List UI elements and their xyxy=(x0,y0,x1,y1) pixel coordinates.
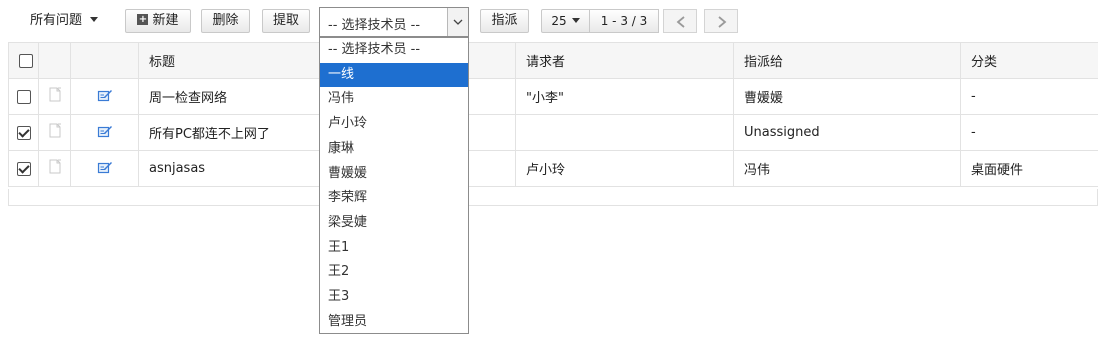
column-header-requester[interactable]: 请求者 xyxy=(515,42,734,79)
table-row[interactable]: asnjasas 卢小玲 冯伟 桌面硬件 xyxy=(8,150,1098,187)
new-button[interactable]: + 新建 xyxy=(125,9,191,33)
requests-table: 标题 请求者 指派给 分类 周一检查网络 "小李" 曹媛媛 - 所有PC都连不上网了 Un… xyxy=(8,42,1098,187)
dropdown-option[interactable]: 梁旻婕 xyxy=(320,211,468,236)
requester-cell: 卢小玲 xyxy=(515,150,734,187)
table-footer xyxy=(8,189,1098,206)
category-cell: - xyxy=(960,78,1098,115)
select-all-cell xyxy=(8,42,39,79)
table-row[interactable]: 周一检查网络 "小李" 曹媛媛 - xyxy=(8,78,1098,115)
caret-down-icon xyxy=(90,17,99,22)
dropdown-option[interactable]: 曹媛媛 xyxy=(320,162,468,187)
dropdown-option[interactable]: 卢小玲 xyxy=(320,112,468,137)
prev-page-button[interactable] xyxy=(663,9,697,33)
technician-select[interactable]: -- 选择技术员 -- xyxy=(319,7,469,37)
row-select-cell xyxy=(8,114,39,151)
note-icon[interactable] xyxy=(48,159,62,174)
dropdown-option[interactable]: 康琳 xyxy=(320,137,468,162)
column-header-category[interactable]: 分类 xyxy=(960,42,1098,79)
dropdown-option[interactable]: 一线 xyxy=(320,62,468,88)
toolbar: 所有问题 + 新建 删除 提取 -- 选择技术员 -- 指派 25 1 - 3 /… xyxy=(0,0,1098,42)
edit-icon[interactable] xyxy=(97,124,113,138)
page-range: 1 - 3 / 3 xyxy=(590,9,659,33)
assign-button-label: 指派 xyxy=(491,13,518,28)
row-select-cell xyxy=(8,150,39,187)
page-range-text: 1 - 3 / 3 xyxy=(600,14,648,28)
assignee-cell: 曹媛媛 xyxy=(733,78,961,115)
assignee-cell: 冯伟 xyxy=(733,150,961,187)
edit-icon-cell xyxy=(70,150,139,187)
dropdown-option[interactable]: 冯伟 xyxy=(320,87,468,112)
category-cell: 桌面硬件 xyxy=(960,150,1098,187)
pickup-button-label: 提取 xyxy=(272,13,299,28)
row-select-cell xyxy=(8,78,39,115)
dropdown-option[interactable]: 管理员 xyxy=(320,310,468,335)
edit-icon-cell xyxy=(70,78,139,115)
next-page-button[interactable] xyxy=(704,9,738,33)
row-checkbox[interactable] xyxy=(16,89,31,104)
requester-cell xyxy=(515,114,734,151)
header-blank xyxy=(70,42,139,79)
table-header-row: 标题 请求者 指派给 分类 xyxy=(8,42,1098,79)
delete-button-label: 删除 xyxy=(212,13,239,28)
dropdown-option[interactable]: 王2 xyxy=(320,260,468,285)
header-blank xyxy=(38,42,71,79)
edit-icon-cell xyxy=(70,114,139,151)
technician-dropdown-list: -- 选择技术员 -- 一线 冯伟 卢小玲 康琳 曹媛媛 李荣辉 梁旻婕 王1 王2 王3 管理员 xyxy=(319,37,469,334)
column-header-assignee[interactable]: 指派给 xyxy=(733,42,961,79)
technician-select-value: -- 选择技术员 -- xyxy=(328,18,421,33)
note-icon-cell xyxy=(38,114,71,151)
edit-icon[interactable] xyxy=(97,88,113,102)
dropdown-option[interactable]: 王3 xyxy=(320,285,468,310)
table-row[interactable]: 所有PC都连不上网了 Unassigned - xyxy=(8,114,1098,151)
caret-down-icon xyxy=(571,18,580,23)
chevron-right-icon xyxy=(718,16,727,28)
assign-button[interactable]: 指派 xyxy=(480,9,529,33)
assignee-cell: Unassigned xyxy=(733,114,961,151)
category-cell: - xyxy=(960,114,1098,151)
dropdown-option[interactable]: -- 选择技术员 -- xyxy=(320,38,468,63)
page-size-value: 25 xyxy=(551,14,567,28)
requester-cell: "小李" xyxy=(515,78,734,115)
plus-square-icon: + xyxy=(137,14,149,25)
note-icon[interactable] xyxy=(48,87,62,102)
view-filter-label: 所有问题 xyxy=(30,13,83,28)
new-button-label: 新建 xyxy=(152,13,179,28)
page-size-select[interactable]: 25 xyxy=(541,9,590,33)
edit-icon[interactable] xyxy=(97,160,113,174)
chevron-left-icon xyxy=(676,16,685,28)
dropdown-option[interactable]: 王1 xyxy=(320,236,468,261)
select-all-checkbox[interactable] xyxy=(19,53,33,68)
note-icon[interactable] xyxy=(48,123,62,138)
note-icon-cell xyxy=(38,150,71,187)
view-filter-dropdown[interactable]: 所有问题 xyxy=(30,10,99,32)
delete-button[interactable]: 删除 xyxy=(201,9,250,33)
note-icon-cell xyxy=(38,78,71,115)
dropdown-option[interactable]: 李荣辉 xyxy=(320,186,468,211)
chevron-down-icon[interactable] xyxy=(447,8,468,36)
row-checkbox[interactable] xyxy=(16,161,31,176)
pickup-button[interactable]: 提取 xyxy=(262,9,310,33)
row-checkbox[interactable] xyxy=(16,125,31,140)
